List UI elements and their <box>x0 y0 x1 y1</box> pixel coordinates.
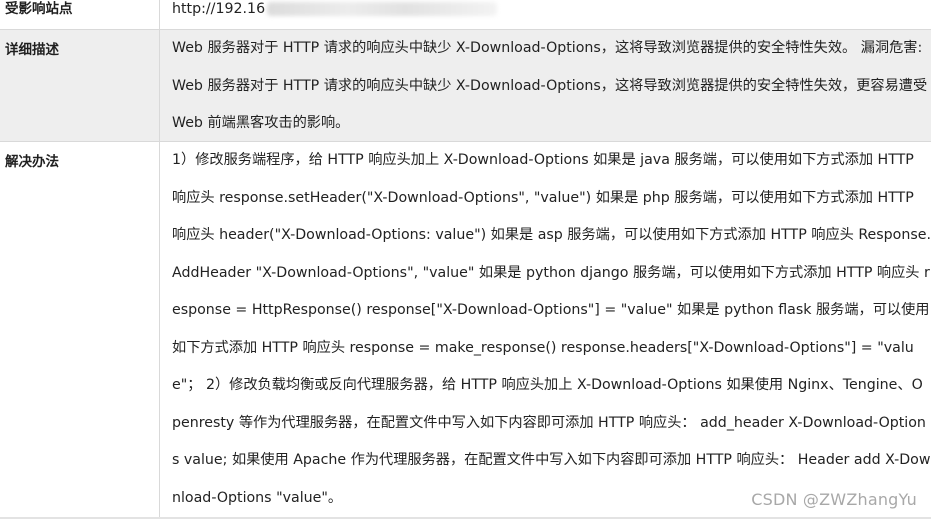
row-label-solution: 解决办法 <box>0 142 160 517</box>
table-row-affected-site: 受影响站点 http://192.16 <box>0 0 931 30</box>
table-row-detail-description: 详细描述 Web 服务器对于 HTTP 请求的响应头中缺少 X-Download… <box>0 30 931 142</box>
redacted-blur <box>267 2 498 16</box>
row-label-affected-site: 受影响站点 <box>0 0 160 29</box>
vulnerability-info-table: 受影响站点 http://192.16 详细描述 Web 服务器对于 HTTP … <box>0 0 931 519</box>
solution-text: 1）修改服务端程序，给 HTTP 响应头加上 X-Download-Option… <box>172 152 931 506</box>
detail-description-text: Web 服务器对于 HTTP 请求的响应头中缺少 X-Download-Opti… <box>172 40 928 131</box>
affected-site-url: http://192.16 <box>172 1 266 17</box>
affected-site-value: http://192.16 <box>160 0 931 29</box>
row-label-detail-description: 详细描述 <box>0 30 160 141</box>
csdn-watermark: CSDN @ZWZhangYu <box>751 490 917 509</box>
table-row-solution: 解决办法 1）修改服务端程序，给 HTTP 响应头加上 X-Download-O… <box>0 142 931 518</box>
